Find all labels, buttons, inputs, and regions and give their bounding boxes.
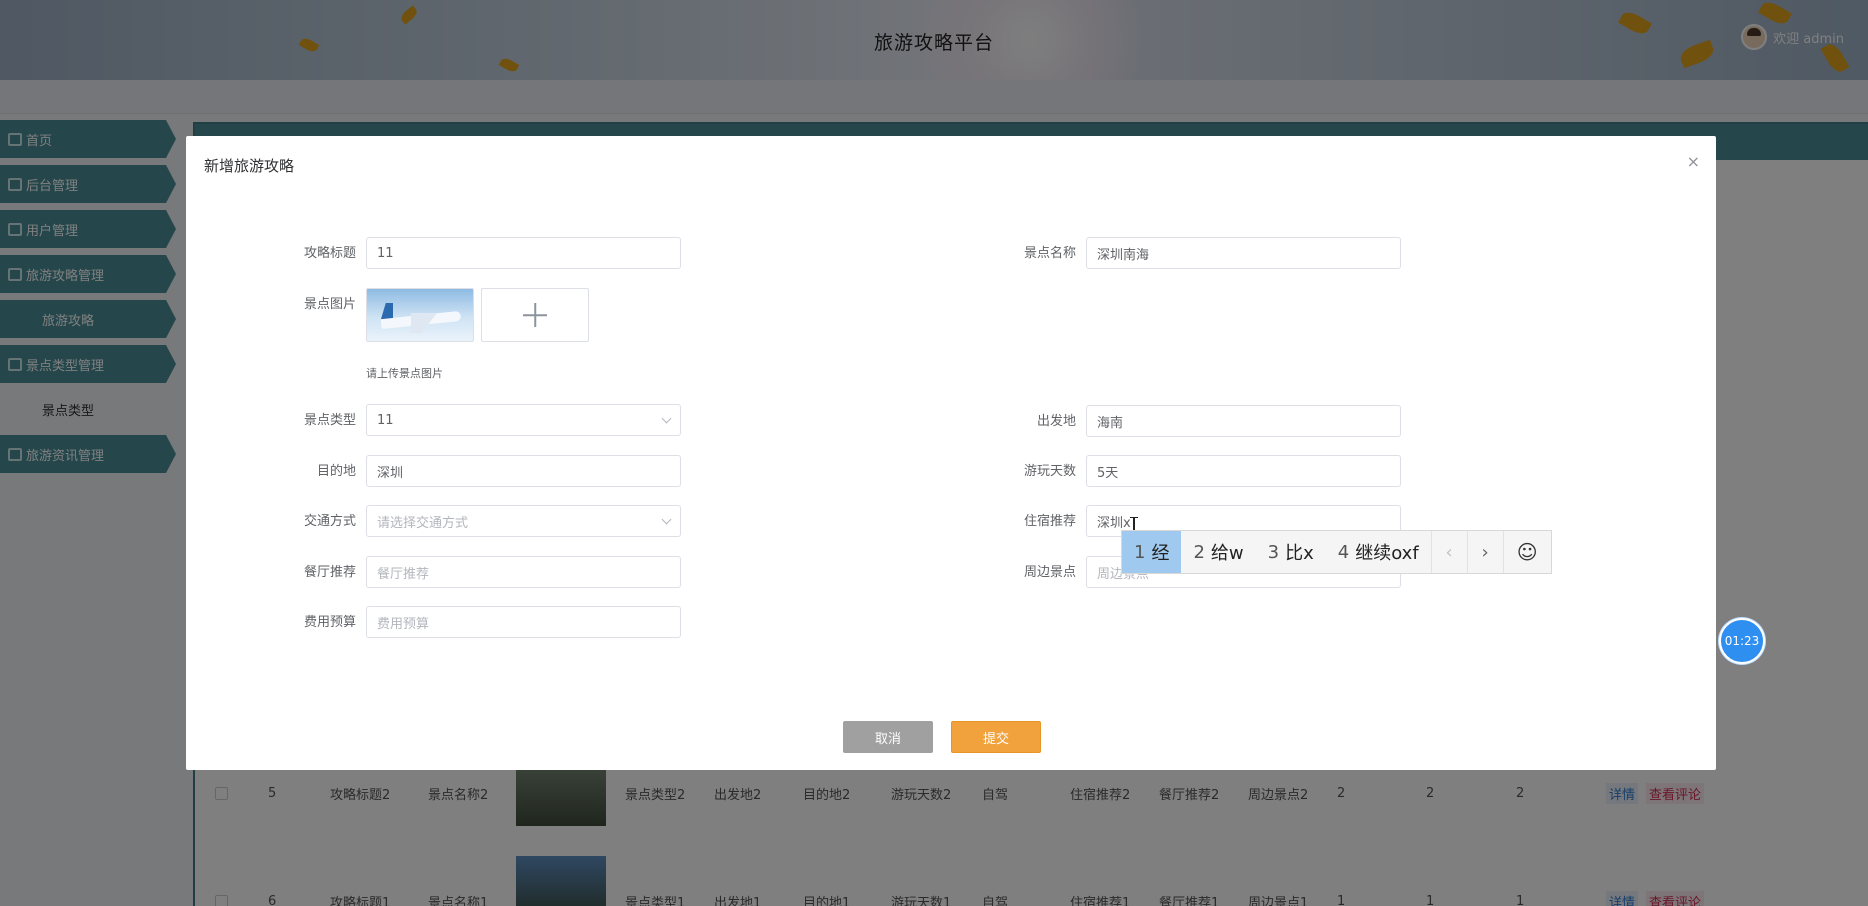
days-label: 游玩天数 [1023, 464, 1076, 479]
spot-type-label: 景点类型 [303, 413, 356, 428]
uploaded-image[interactable] [366, 288, 474, 342]
transport-label: 交通方式 [303, 514, 356, 529]
close-icon[interactable]: × [1687, 152, 1700, 171]
ime-candidate[interactable]: 2 给w [1181, 531, 1255, 573]
transport-select[interactable]: 请选择交通方式 [366, 505, 681, 537]
ime-candidate[interactable]: 3 比x [1256, 531, 1326, 573]
hotel-label: 住宿推荐 [1023, 514, 1076, 529]
timer-badge[interactable]: 01:23 [1719, 618, 1765, 664]
chevron-right-icon[interactable]: › [1466, 531, 1503, 573]
restaurant-label: 餐厅推荐 [303, 565, 356, 580]
add-guide-dialog: 新增旅游攻略 × 攻略标题 11 景点图片 请上传景点图片 景点类型 11 目的… [186, 136, 1716, 770]
days-input[interactable]: 5天 [1086, 455, 1401, 487]
ime-candidate[interactable]: 4 继续oxf [1326, 531, 1431, 573]
destination-label: 目的地 [316, 464, 356, 479]
submit-button[interactable]: 提交 [951, 721, 1041, 753]
chevron-down-icon [661, 514, 672, 525]
spot-type-select[interactable]: 11 [366, 404, 681, 436]
ime-candidate-bar: 1经 2 给w 3 比x 4 继续oxf ‹ › ☺ [1121, 530, 1552, 574]
spot-image-label: 景点图片 [303, 297, 356, 312]
departure-input[interactable]: 海南 [1086, 405, 1401, 437]
emoji-icon[interactable]: ☺ [1502, 531, 1551, 573]
destination-input[interactable]: 深圳 [366, 455, 681, 487]
departure-label: 出发地 [1036, 414, 1076, 429]
nearby-label: 周边景点 [1023, 565, 1076, 580]
title-label: 攻略标题 [303, 246, 356, 261]
ime-candidate[interactable]: 1经 [1122, 531, 1182, 573]
upload-plus-icon[interactable] [481, 288, 589, 342]
chevron-left-icon[interactable]: ‹ [1430, 531, 1467, 573]
spot-name-label: 景点名称 [1023, 246, 1076, 261]
dialog-title: 新增旅游攻略 [204, 157, 295, 175]
budget-label: 费用预算 [303, 615, 356, 630]
spot-name-input[interactable]: 深圳南海 [1086, 237, 1401, 269]
restaurant-input[interactable]: 餐厅推荐 [366, 556, 681, 588]
cancel-button[interactable]: 取消 [843, 721, 933, 753]
budget-input[interactable]: 费用预算 [366, 606, 681, 638]
chevron-down-icon [661, 413, 672, 424]
title-input[interactable]: 11 [366, 237, 681, 269]
upload-tip: 请上传景点图片 [366, 367, 443, 380]
